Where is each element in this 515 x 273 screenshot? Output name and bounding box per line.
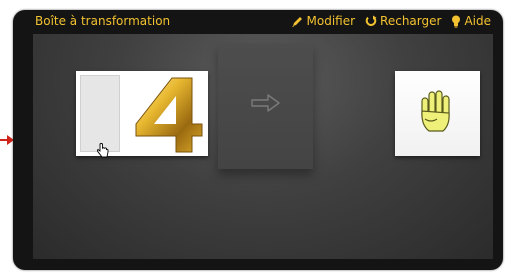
- toolbar: Modifier Recharger Aide: [291, 14, 491, 28]
- reload-button[interactable]: Recharger: [365, 14, 441, 28]
- mouse-pointer-hand-icon: [97, 143, 109, 162]
- title-bar: Boîte à transformation Modifier Recharge…: [13, 10, 503, 34]
- reload-icon: [365, 15, 377, 27]
- pencil-icon: [291, 15, 304, 28]
- hand-four-fingers-icon: [415, 89, 457, 139]
- help-label: Aide: [464, 14, 491, 28]
- empty-slot[interactable]: [80, 75, 120, 152]
- transform-zone[interactable]: [218, 44, 313, 169]
- arrow-right-icon: [250, 92, 282, 118]
- edit-label: Modifier: [306, 14, 356, 28]
- lightbulb-icon: [451, 15, 461, 28]
- help-button[interactable]: Aide: [451, 14, 491, 28]
- transformation-box-window: Boîte à transformation Modifier Recharge…: [13, 10, 503, 270]
- output-card[interactable]: [395, 71, 480, 156]
- edit-button[interactable]: Modifier: [291, 14, 356, 28]
- window-title: Boîte à transformation: [35, 14, 171, 28]
- digit-four-image: [132, 74, 204, 154]
- reload-label: Recharger: [380, 14, 442, 28]
- input-card[interactable]: [76, 71, 208, 156]
- external-pointer-arrow-icon: [0, 131, 14, 150]
